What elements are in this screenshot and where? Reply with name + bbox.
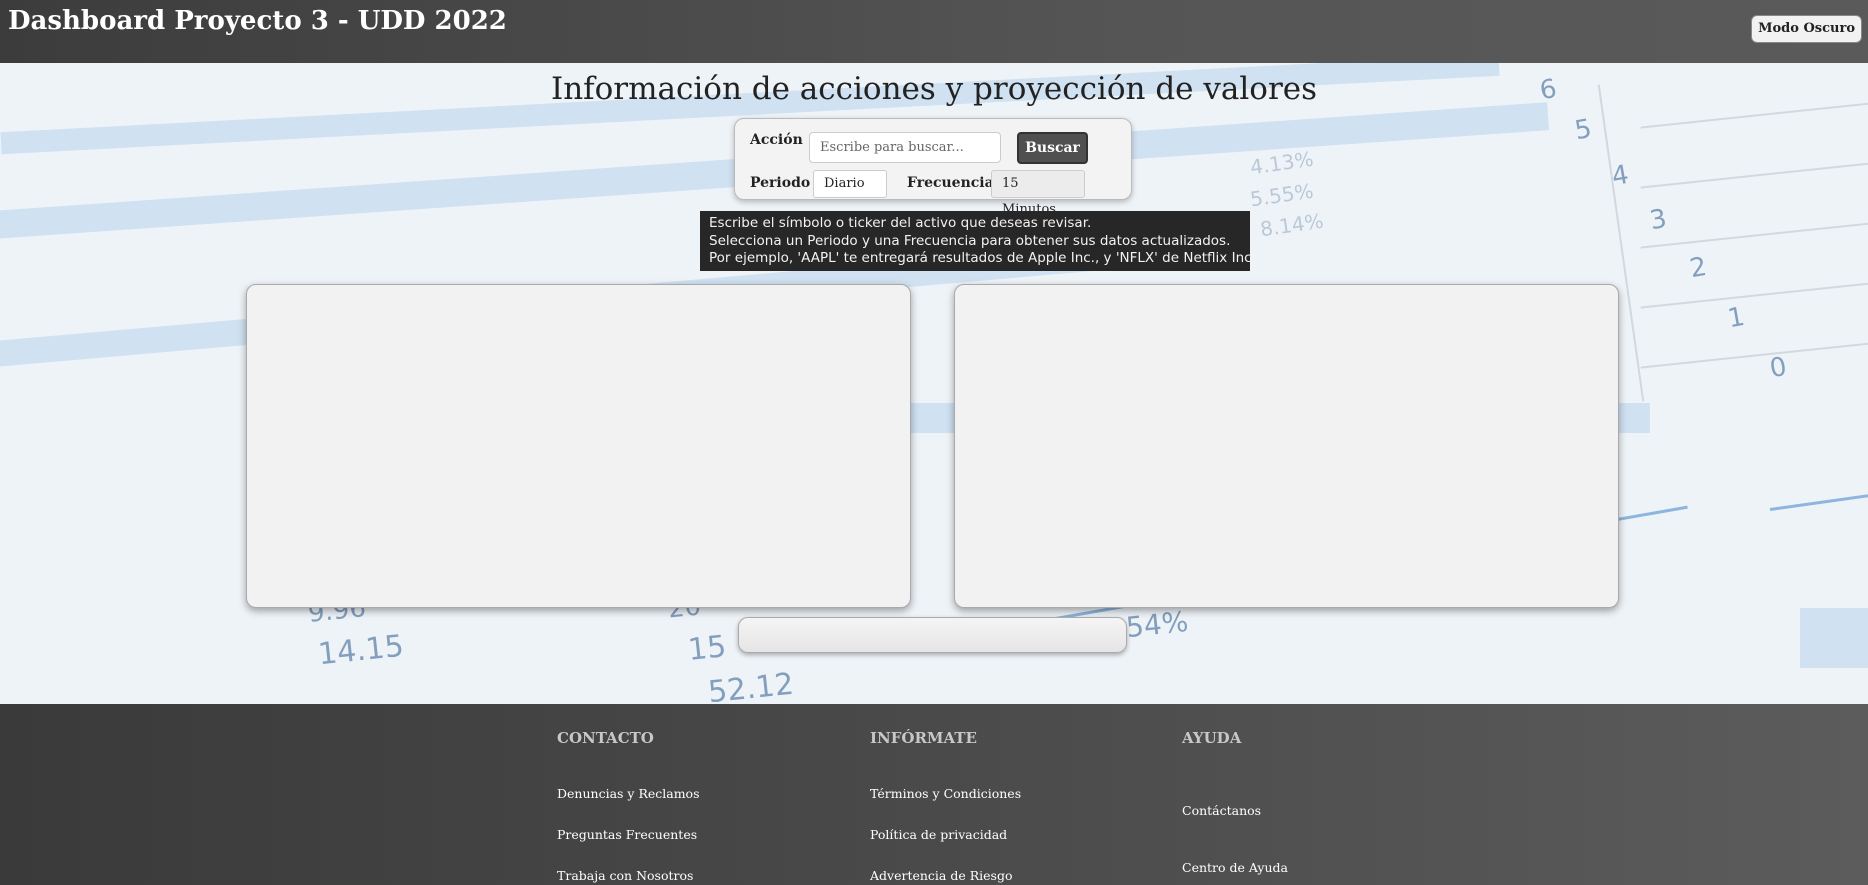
frequency-select[interactable]: 15 Minutos: [991, 170, 1085, 217]
bg-grid-line: [1640, 159, 1868, 189]
footer: CONTACTO Denuncias y Reclamos Preguntas …: [0, 704, 1868, 885]
footer-link-contactanos[interactable]: Contáctanos: [1182, 803, 1261, 818]
chart-panel-left: [246, 284, 911, 608]
bg-grid-line: [1640, 339, 1868, 369]
bg-number: 5.55%: [1248, 178, 1315, 212]
bg-number: 0: [1767, 351, 1790, 385]
page-title: Información de acciones y proyección de …: [550, 71, 1318, 107]
top-header: Dashboard Proyecto 3 - UDD 2022 Modo Osc…: [0, 0, 1868, 63]
footer-link-trabaja[interactable]: Trabaja con Nosotros: [557, 868, 693, 883]
chart-panel-right: [954, 284, 1619, 608]
tooltip-line: Escribe el símbolo o ticker del activo q…: [709, 215, 1092, 231]
bg-number: 14.15: [316, 628, 406, 673]
search-button[interactable]: Buscar: [1017, 132, 1088, 164]
footer-heading: INFÓRMATE: [870, 729, 977, 747]
bg-number: 5: [1572, 113, 1595, 147]
action-label: Acción: [750, 132, 803, 148]
footer-link-advertencia[interactable]: Advertencia de Riesgo: [870, 868, 1012, 883]
footer-link-centro-ayuda[interactable]: Centro de Ayuda: [1182, 860, 1288, 875]
action-search-input[interactable]: [809, 132, 1001, 163]
bg-grid-line: [1640, 279, 1868, 309]
period-select[interactable]: Diario: [813, 170, 887, 198]
main-area: 14.15 15 9.96 20 52.12 54% 6 5 4 3 2 1 0…: [0, 63, 1868, 704]
footer-link-preguntas[interactable]: Preguntas Frecuentes: [557, 827, 697, 842]
footer-link-denuncias[interactable]: Denuncias y Reclamos: [557, 786, 700, 801]
bg-number: 54%: [1124, 604, 1190, 645]
footer-heading: CONTACTO: [557, 729, 654, 747]
search-help-tooltip: Escribe el símbolo o ticker del activo q…: [700, 211, 1256, 271]
tooltip-line: Por ejemplo, 'AAPL' te entregará resulta…: [709, 250, 1256, 266]
frequency-label: Frecuencia: [907, 175, 994, 191]
info-bar: [738, 617, 1127, 653]
bg-number: 3: [1647, 203, 1670, 237]
bg-stripe: [1800, 608, 1868, 668]
footer-heading: AYUDA: [1182, 729, 1242, 747]
bg-number: 4.13%: [1248, 146, 1315, 180]
bg-chart-line: [1769, 491, 1868, 511]
bg-number: 8.14%: [1258, 208, 1325, 242]
bg-number: 52.12: [706, 666, 796, 704]
dark-mode-button[interactable]: Modo Oscuro: [1751, 15, 1862, 43]
period-label: Periodo: [750, 175, 811, 191]
tooltip-line: Selecciona un Periodo y una Frecuencia p…: [709, 232, 1231, 249]
app-title: Dashboard Proyecto 3 - UDD 2022: [8, 6, 507, 36]
bg-number: 1: [1725, 301, 1748, 335]
footer-link-privacidad[interactable]: Política de privacidad: [870, 827, 1007, 842]
search-card: Acción Buscar Periodo Diario Frecuencia …: [734, 118, 1132, 217]
bg-number: 15: [686, 629, 728, 668]
bg-grid-line: [1640, 219, 1868, 249]
bg-number: 2: [1687, 251, 1710, 285]
footer-link-terminos[interactable]: Términos y Condiciones: [870, 786, 1021, 801]
